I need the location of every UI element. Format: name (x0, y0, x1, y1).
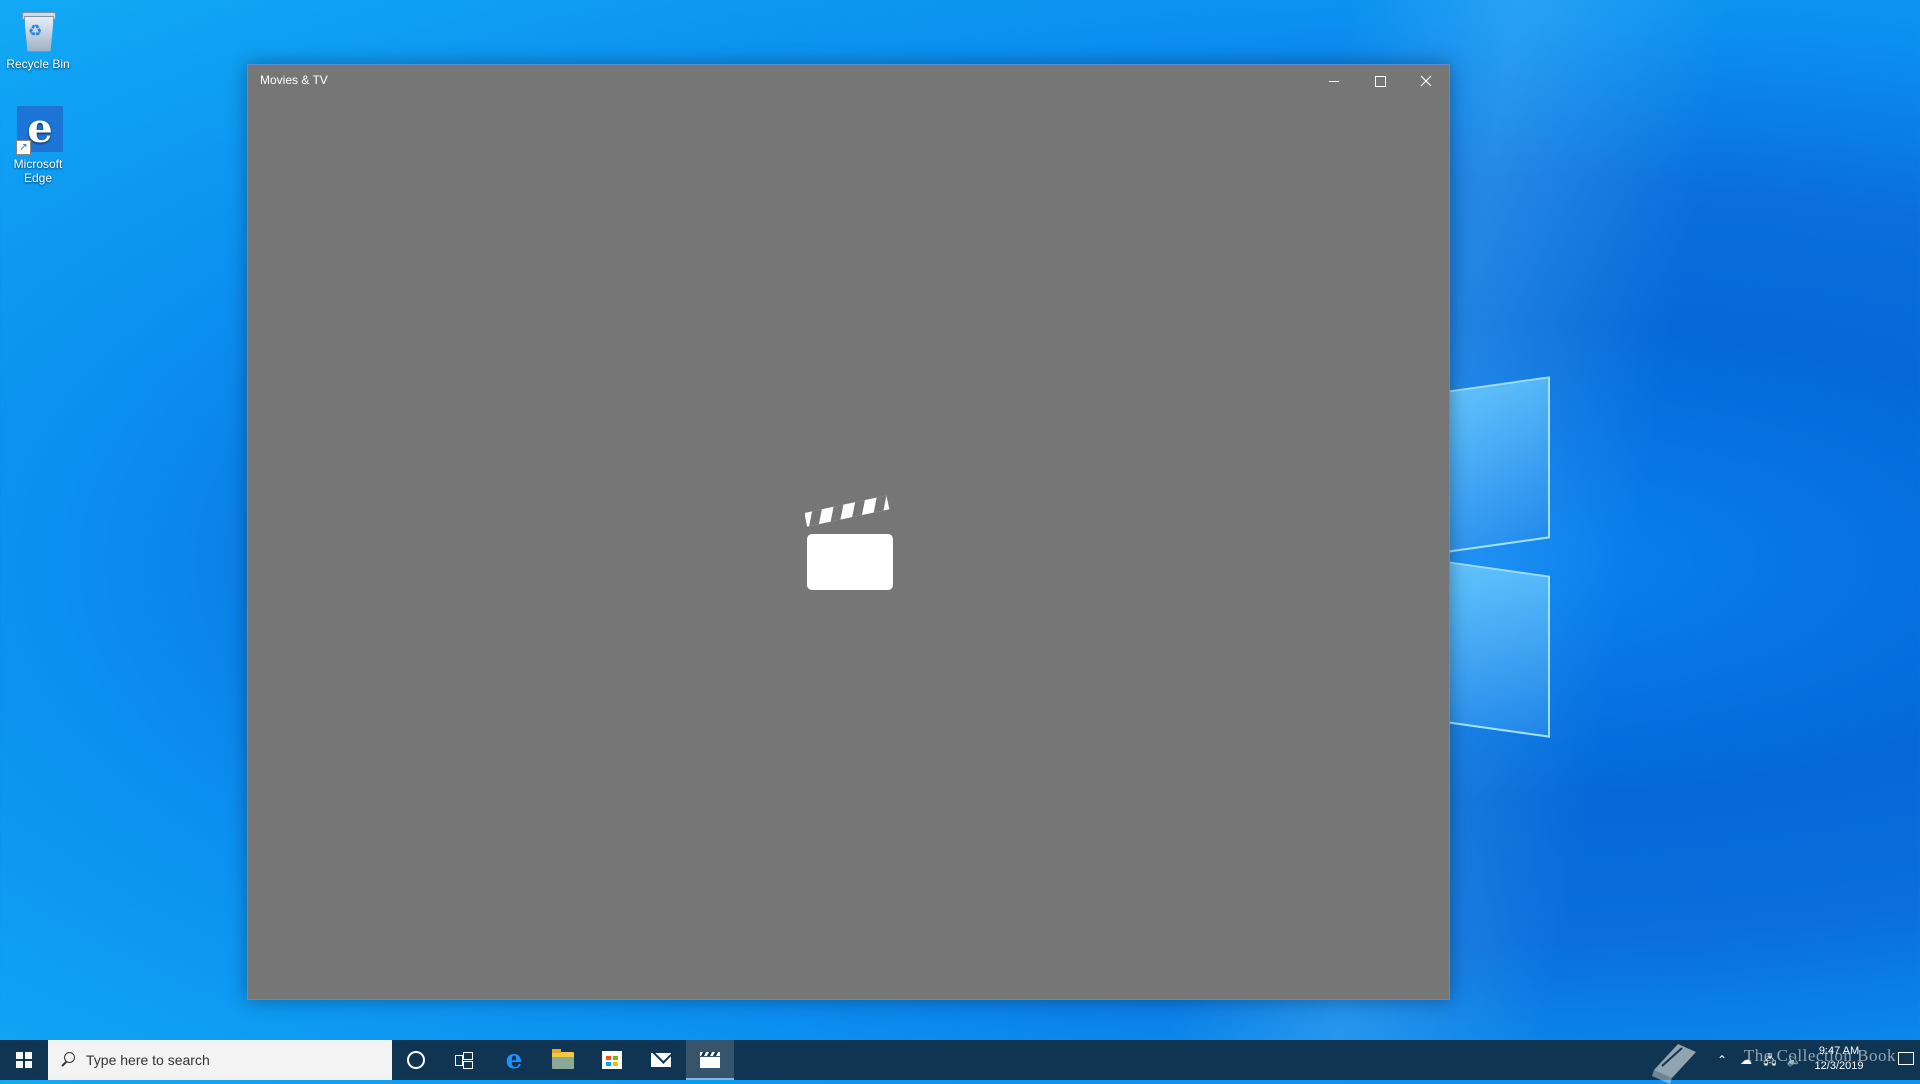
taskbar-mail-button[interactable] (637, 1040, 685, 1080)
desktop-icon-recycle-bin[interactable]: ♻ Recycle Bin (0, 6, 76, 71)
minimize-button[interactable] (1311, 65, 1357, 97)
cortana-icon (407, 1051, 425, 1069)
clock-time: 9:47 AM (1818, 1045, 1860, 1057)
show-hidden-icon[interactable]: ⌃ (1714, 1052, 1730, 1068)
clapperboard-icon (700, 1052, 720, 1068)
close-icon (1420, 75, 1432, 87)
desktop-icon-label: Microsoft Edge (13, 157, 63, 185)
search-placeholder: Type here to search (86, 1052, 210, 1068)
taskbar: Type here to search e The Collection Boo… (0, 1040, 1920, 1084)
store-icon (602, 1051, 622, 1069)
window-titlebar[interactable]: Movies & TV (248, 65, 1449, 97)
windows-start-icon (16, 1052, 32, 1068)
mail-icon (651, 1053, 671, 1067)
edge-icon: e ↗ (14, 106, 63, 155)
shortcut-arrow-icon: ↗ (16, 140, 31, 155)
taskbar-store-button[interactable] (588, 1040, 636, 1080)
movies-tv-window: Movies & TV (247, 64, 1450, 1000)
task-view-icon (455, 1052, 473, 1069)
desktop-icon-label: Recycle Bin (6, 57, 70, 71)
taskbar-movies-tv-button[interactable] (686, 1040, 734, 1080)
network-icon[interactable]: 🖧 (1762, 1052, 1778, 1068)
volume-icon[interactable]: 🔈 (1786, 1052, 1802, 1068)
taskbar-search-box[interactable]: Type here to search (48, 1040, 392, 1080)
taskbar-task-view-button[interactable] (440, 1040, 488, 1080)
start-button[interactable] (0, 1040, 48, 1080)
maximize-icon (1374, 75, 1386, 87)
window-title: Movies & TV (260, 73, 328, 87)
recycle-bin-icon: ♻ (14, 6, 62, 54)
close-button[interactable] (1403, 65, 1449, 97)
notifications-icon (1898, 1052, 1914, 1065)
maximize-button[interactable] (1357, 65, 1403, 97)
clapperboard-icon (805, 495, 893, 590)
clock[interactable]: 9:47 AM 12/3/2019 (1804, 1044, 1874, 1074)
book-logo-icon (1652, 1044, 1696, 1084)
windows-logo-wallpaper (1440, 370, 1650, 750)
action-center-button[interactable] (1896, 1050, 1916, 1070)
desktop-icon-microsoft-edge[interactable]: e ↗ Microsoft Edge (0, 106, 76, 185)
edge-icon: e (505, 1045, 523, 1075)
minimize-icon (1329, 80, 1339, 82)
onedrive-icon[interactable]: ☁ (1738, 1052, 1754, 1068)
system-tray: The Collection Book ⌃ ☁ 🖧 🔈 9:47 AM 12/3… (1650, 1040, 1920, 1084)
clock-date: 12/3/2019 (1814, 1060, 1864, 1072)
taskbar-cortana-button[interactable] (392, 1040, 440, 1080)
taskbar-edge-button[interactable]: e (490, 1040, 538, 1080)
taskbar-file-explorer-button[interactable] (539, 1040, 587, 1080)
folder-icon (552, 1048, 574, 1069)
search-icon (60, 1052, 76, 1068)
